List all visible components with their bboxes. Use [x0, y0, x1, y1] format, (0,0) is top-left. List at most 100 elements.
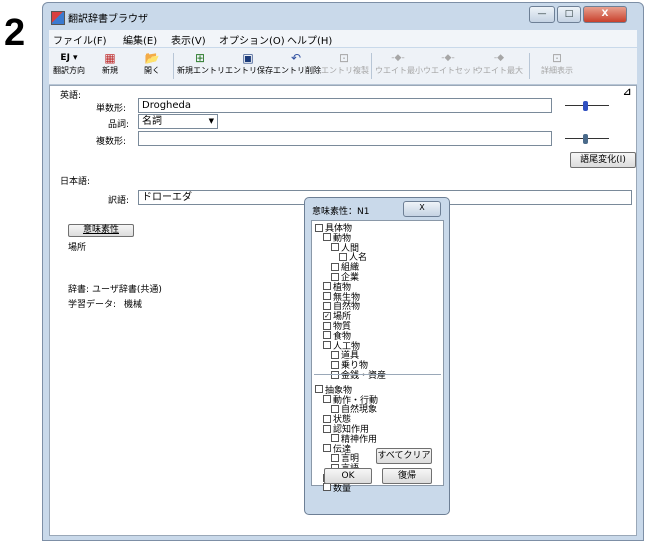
direction-icon: EJ ▾	[60, 53, 78, 63]
toolbar-weight-max-button[interactable]: -◆ ウエイト最大	[475, 51, 523, 81]
checkbox-icon[interactable]	[323, 233, 331, 242]
checkbox-icon[interactable]	[315, 385, 323, 394]
pos-value: 名詞	[142, 116, 162, 127]
plural-field[interactable]	[138, 131, 552, 146]
checkbox-checked-icon[interactable]: ✓	[323, 311, 331, 320]
checkbox-icon[interactable]	[331, 404, 339, 413]
details-icon: ⊡	[551, 51, 563, 65]
minimize-button[interactable]: —	[529, 6, 555, 23]
toolbar-delete-entry-button[interactable]: ↶ エントリ削除	[273, 51, 321, 81]
semantic-category-item[interactable]: 数量	[323, 483, 351, 494]
singular-weight-slider[interactable]	[565, 101, 609, 111]
category-label: 植物	[333, 282, 352, 293]
toolbar-label: エントリ保存	[225, 66, 273, 75]
category-label: 自然物	[333, 302, 361, 313]
toolbar-label: ウエイト最小	[375, 66, 423, 75]
clear-all-button[interactable]: すべてクリア	[376, 448, 432, 464]
title-bar: 翻訳辞書ブラウザ — □ X	[43, 3, 643, 29]
menu-edit[interactable]: 編集(E)	[123, 32, 157, 47]
toolbar-label: 新規エントリ	[177, 66, 225, 75]
pos-select[interactable]: 名詞 ▼	[138, 114, 218, 129]
corner-icon[interactable]: ⊿	[623, 87, 631, 98]
save-icon: ▣	[242, 51, 254, 65]
toolbar-duplicate-entry-button[interactable]: ⊡ エントリ複製	[321, 51, 369, 81]
toolbar-weight-min-button[interactable]: -◆- ウエイト最小	[375, 51, 423, 81]
inflection-button[interactable]: 語尾変化(I)	[570, 152, 636, 168]
toolbar-label: エントリ複製	[321, 66, 369, 75]
restore-button[interactable]: 復帰	[382, 468, 432, 484]
category-label: 道具	[341, 351, 360, 362]
semantic-category-item[interactable]: 人名	[339, 252, 368, 264]
toolbar-save-entry-button[interactable]: ▣ エントリ保存	[225, 51, 273, 81]
english-section-label: 英語:	[60, 91, 82, 101]
checkbox-icon[interactable]	[331, 262, 339, 271]
weight-min-icon: -◆-	[391, 53, 405, 63]
chevron-down-icon: ▼	[208, 117, 214, 125]
toolbar-label: ウエイトセット	[423, 66, 479, 75]
toolbar-open-button[interactable]: 📂 開く	[137, 51, 167, 81]
checkbox-icon[interactable]	[323, 321, 331, 330]
undo-icon: ↶	[290, 51, 302, 65]
popup-close-button[interactable]: X	[403, 201, 441, 217]
checkbox-icon[interactable]	[323, 282, 331, 291]
checkbox-icon[interactable]	[323, 301, 331, 310]
semantic-category-item[interactable]: 精神作用	[331, 434, 378, 445]
checkbox-icon[interactable]	[331, 350, 339, 359]
singular-field[interactable]: Drogheda	[138, 98, 552, 113]
toolbar-direction-button[interactable]: EJ ▾ 翻訳方向	[51, 51, 87, 81]
category-label: 場所	[333, 312, 352, 323]
semantic-category-item[interactable]: 抽象物	[315, 385, 352, 396]
checkbox-icon[interactable]	[331, 434, 339, 443]
menu-file[interactable]: ファイル(F)	[53, 32, 107, 47]
category-label: 精神作用	[341, 434, 378, 445]
learning-data-label: 学習データ:	[68, 300, 117, 310]
dictionary-value: ユーザ辞書(共通)	[92, 285, 162, 295]
category-label: 言明	[341, 454, 360, 465]
category-label: 状態	[333, 415, 352, 426]
checkbox-icon[interactable]	[323, 483, 331, 492]
menu-view[interactable]: 表示(V)	[171, 32, 206, 47]
semantic-category-item[interactable]: 認知作用	[323, 424, 369, 435]
ok-button[interactable]: OK	[324, 468, 372, 484]
close-button[interactable]: X	[583, 6, 627, 23]
plural-weight-slider[interactable]	[565, 134, 609, 144]
tree-divider	[314, 374, 441, 375]
checkbox-icon[interactable]	[339, 252, 347, 261]
menu-options[interactable]: オプション(O)	[219, 32, 285, 47]
checkbox-icon[interactable]	[323, 414, 331, 423]
toolbar-separator	[371, 53, 372, 79]
category-label: 自然現象	[341, 405, 378, 416]
translation-label: 訳語:	[108, 196, 130, 206]
slider-thumb[interactable]	[583, 134, 588, 144]
checkbox-icon[interactable]	[323, 341, 331, 350]
category-label: 組織	[341, 263, 360, 274]
toolbar-label: 詳細表示	[541, 66, 573, 75]
checkbox-icon[interactable]	[315, 223, 323, 232]
category-label: 物質	[333, 322, 352, 332]
checkbox-icon[interactable]	[323, 292, 331, 301]
checkbox-icon[interactable]	[331, 360, 339, 369]
category-label: 人名	[349, 253, 368, 264]
checkbox-icon[interactable]	[323, 395, 331, 404]
checkbox-icon[interactable]	[323, 331, 331, 340]
checkbox-icon[interactable]	[331, 453, 339, 462]
semantic-category-item[interactable]: 企業	[331, 272, 360, 283]
toolbar-weight-set-button[interactable]: -◆- ウエイトセット	[423, 51, 479, 81]
checkbox-icon[interactable]	[331, 272, 339, 281]
weight-set-icon: -◆-	[441, 53, 455, 63]
semantic-category-item[interactable]: 金銭・資産	[331, 370, 386, 381]
checkbox-icon[interactable]	[331, 243, 339, 252]
semantic-button[interactable]: 意味素性	[68, 224, 134, 237]
checkbox-icon[interactable]	[323, 424, 331, 433]
toolbar-details-button[interactable]: ⊡ 詳細表示	[537, 51, 577, 81]
checkbox-icon[interactable]	[323, 444, 331, 453]
semantic-popup: 意味素性：N1 X 具体物 動物 人間 人名 組織 企業 植物 無生物 自然物 ✓ 場所 物質 食物 人工…	[304, 197, 450, 515]
semantic-category-item[interactable]: 自然現象	[331, 404, 378, 416]
slider-thumb[interactable]	[583, 101, 588, 111]
semantic-category-item[interactable]: 具体物	[315, 223, 352, 234]
category-label: 企業	[341, 273, 360, 283]
toolbar-new-button[interactable]: ▦ 新規	[95, 51, 125, 81]
menu-help[interactable]: ヘルプ(H)	[287, 32, 332, 47]
toolbar-new-entry-button[interactable]: ⊞ 新規エントリ	[177, 51, 225, 81]
maximize-button[interactable]: □	[557, 6, 581, 23]
